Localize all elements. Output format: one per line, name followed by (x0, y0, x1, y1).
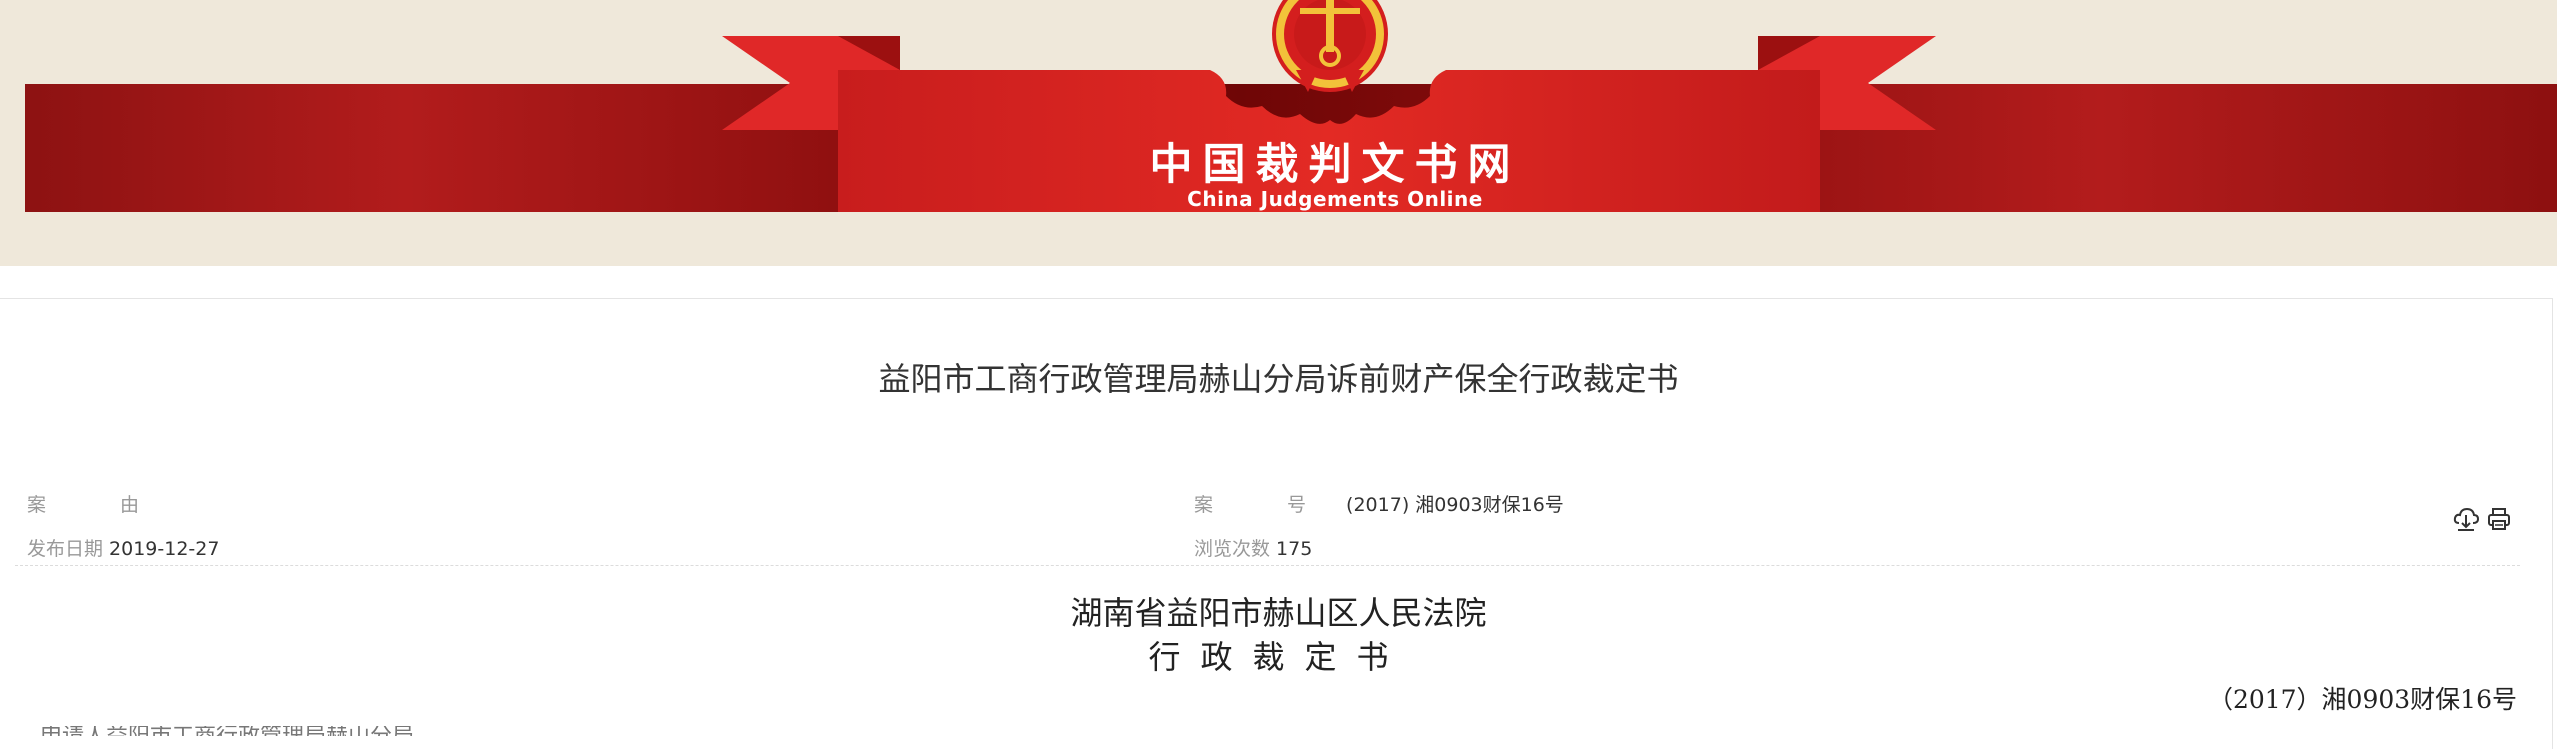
meta-publish-date-label: 发布日期 (27, 538, 104, 560)
meta-cause-label: 案 由 (27, 494, 174, 516)
meta-divider (15, 565, 2520, 566)
meta-case-no: 案 号 (2017) 湘0903财保16号 (1194, 490, 1564, 517)
download-icon[interactable] (2453, 506, 2479, 532)
meta-case-no-label: 案 号 (1194, 494, 1341, 516)
case-number-right: （2017）湘0903财保16号 (2207, 685, 2517, 714)
document-body-first-line: 申请人益阳市工商行政管理局赫山分局 (40, 726, 540, 736)
meta-publish-date: 发布日期 2019-12-27 (27, 534, 219, 561)
meta-publish-date-value: 2019-12-27 (109, 538, 220, 560)
meta-views-label: 浏览次数 (1194, 538, 1271, 560)
meta-case-no-value: (2017) 湘0903财保16号 (1346, 494, 1564, 516)
court-emblem-icon (1272, 0, 1388, 92)
court-name: 湖南省益阳市赫山区人民法院 (1070, 594, 1487, 632)
print-icon[interactable] (2486, 506, 2512, 532)
meta-views-value: 175 (1276, 538, 1313, 560)
site-subtitle: China Judgements Online (1187, 187, 1483, 211)
document-title: 益阳市工商行政管理局赫山分局诉前财产保全行政裁定书 (878, 360, 1679, 398)
site-title: 中国裁判文书网 (1149, 140, 1521, 190)
meta-views: 浏览次数 175 (1194, 534, 1312, 561)
meta-cause: 案 由 (27, 490, 179, 517)
document-type: 行政裁定书 (1148, 638, 1409, 676)
site-banner: 中国裁判文书网 China Judgements Online (0, 0, 2557, 266)
